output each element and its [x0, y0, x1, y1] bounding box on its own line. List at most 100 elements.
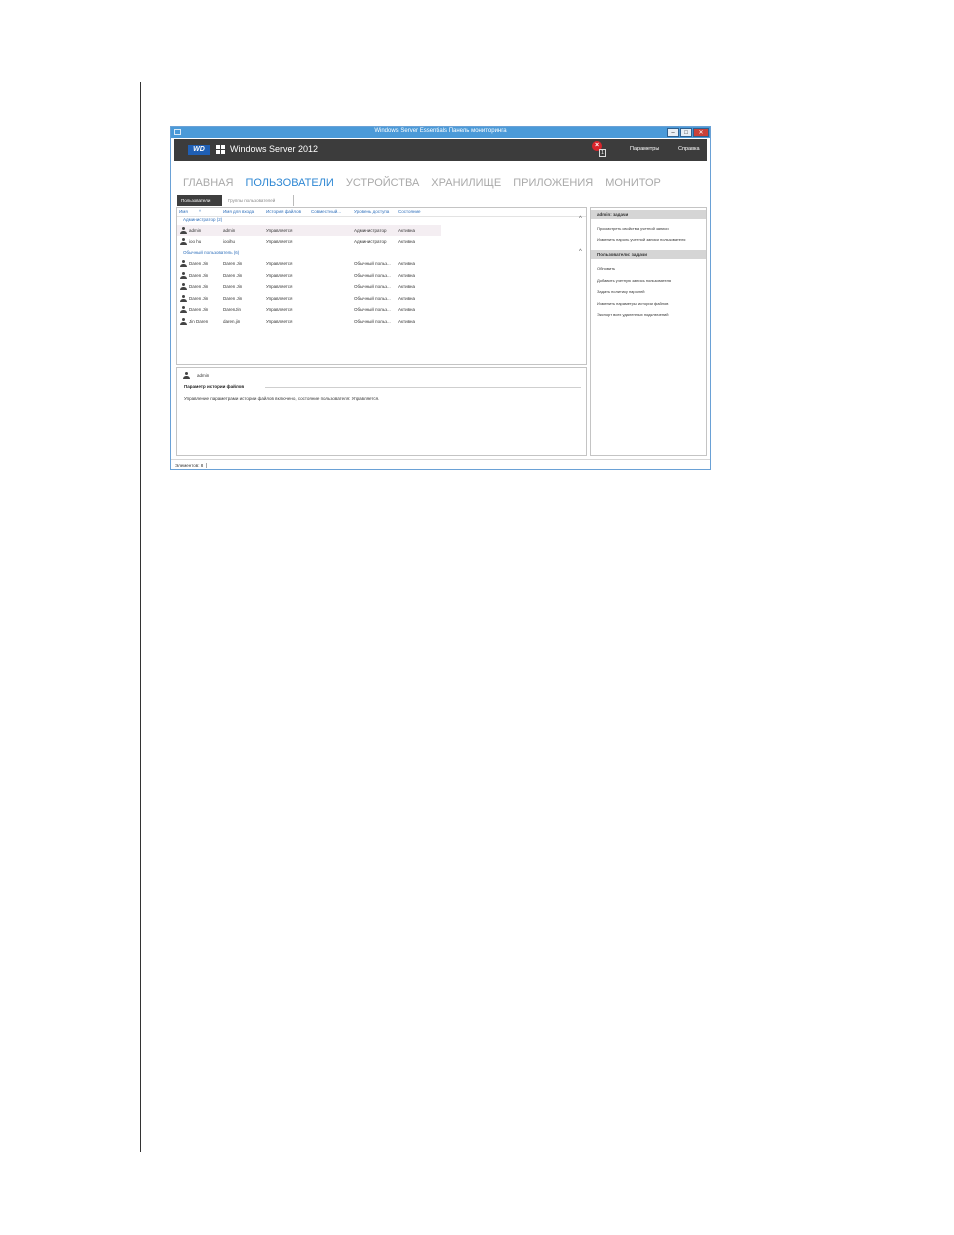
- nav-devices[interactable]: УСТРОЙСТВА: [346, 177, 419, 189]
- app-header: WD Windows Server 2012 × 1 Параметры Спр…: [174, 139, 707, 161]
- cell-name: Daren Jin: [189, 261, 209, 266]
- collapse-standard-icon[interactable]: ^: [579, 249, 582, 255]
- tab-users[interactable]: Пользователи: [177, 195, 222, 206]
- cell-name: Daren Jin: [189, 273, 209, 278]
- cell-status: Активна: [398, 284, 415, 289]
- dashboard-window: Windows Server Essentials Панель монитор…: [170, 126, 711, 470]
- task-export-remote-connections[interactable]: Экспорт всех удаленных подключений: [597, 312, 669, 317]
- task-password-policy[interactable]: Задать политику паролей: [597, 289, 645, 294]
- cell-access: Обычный польз...: [354, 296, 391, 301]
- table-row[interactable]: Daren Jin Daren Jin Управляется Обычный …: [177, 270, 441, 281]
- alert-icon[interactable]: × 1: [592, 141, 610, 158]
- cell-name: Jin Daren: [189, 319, 209, 324]
- window-title: Windows Server Essentials Панель монитор…: [374, 128, 507, 134]
- help-link[interactable]: Справка: [678, 146, 700, 152]
- table-row[interactable]: Daren Jin Daren Jin Управляется Обычный …: [177, 281, 441, 292]
- user-icon: [180, 238, 187, 245]
- product-name: Windows Server 2012: [230, 144, 319, 154]
- cell-login: iooihu: [223, 239, 236, 244]
- tab-user-groups[interactable]: Группы пользователей: [224, 195, 294, 206]
- details-user-name: admin: [197, 373, 210, 378]
- cell-file-history: Управляется: [266, 284, 293, 289]
- nav-home[interactable]: ГЛАВНАЯ: [183, 177, 233, 189]
- cell-name: Daren Jin: [189, 296, 209, 301]
- close-button[interactable]: ✕: [693, 128, 709, 137]
- table-row[interactable]: admin admin Управляется Администратор Ак…: [177, 225, 441, 236]
- task-change-password[interactable]: Изменить пароль учетной записи пользоват…: [597, 237, 685, 242]
- grid-header: Имя ^ Имя для входа История файлов Совме…: [177, 208, 586, 217]
- wd-logo: WD: [188, 145, 210, 155]
- task-view-account-properties[interactable]: Просмотреть свойства учетной записи: [597, 226, 669, 231]
- users-tasks-header: Пользователи: задачи: [591, 250, 706, 259]
- tasks-pane: admin: задачи Просмотреть свойства учетн…: [590, 207, 707, 456]
- maximize-button[interactable]: □: [680, 128, 692, 137]
- windows-logo-icon: [216, 145, 226, 155]
- col-name[interactable]: Имя: [179, 209, 188, 214]
- cell-file-history: Управляется: [266, 319, 293, 324]
- col-shared[interactable]: Совместный...: [311, 209, 341, 214]
- cell-status: Активна: [398, 261, 415, 266]
- minimize-button[interactable]: –: [667, 128, 679, 137]
- group-standard-users[interactable]: Обычный пользователь (6): [183, 250, 239, 255]
- col-status[interactable]: Состояние: [398, 209, 420, 214]
- task-file-history-settings[interactable]: Изменить параметры истории файлов: [597, 301, 668, 306]
- page-margin-line: [140, 82, 141, 1152]
- cell-status: Активна: [398, 228, 415, 233]
- user-icon: [180, 283, 187, 290]
- cell-login: Daren Jin: [223, 296, 243, 301]
- cell-status: Активна: [398, 296, 415, 301]
- user-icon: [180, 295, 187, 302]
- cell-login: Daren Jin: [223, 284, 243, 289]
- task-refresh[interactable]: Обновить: [597, 266, 615, 271]
- table-row[interactable]: Daren Jin Daren Jin Управляется Обычный …: [177, 293, 441, 304]
- nav-monitor[interactable]: МОНИТОР: [605, 177, 661, 189]
- cell-file-history: Управляется: [266, 273, 293, 278]
- users-grid: Имя ^ Имя для входа История файлов Совме…: [176, 207, 587, 365]
- main-nav: ГЛАВНАЯ ПОЛЬЗОВАТЕЛИ УСТРОЙСТВА ХРАНИЛИЩЕ ПР…: [183, 173, 673, 189]
- cell-file-history: Управляется: [266, 307, 293, 312]
- details-user: admin: [183, 371, 223, 380]
- user-icon: [180, 318, 187, 325]
- table-row[interactable]: ioo hu iooihu Управляется Администратор …: [177, 236, 441, 247]
- section-divider: [265, 387, 581, 388]
- user-icon: [180, 272, 187, 279]
- table-row[interactable]: Daren Jin Daren Jin Управляется Обычный …: [177, 258, 441, 269]
- table-row[interactable]: Daren Jin DarenJin Управляется Обычный п…: [177, 304, 441, 315]
- col-file-history[interactable]: История файлов: [266, 209, 301, 214]
- task-add-user[interactable]: Добавить учетную запись пользователя: [597, 278, 671, 283]
- item-count: Элементов: 8: [175, 463, 208, 468]
- details-text: Управление параметрами истории файлов вк…: [184, 396, 380, 401]
- user-icon: [183, 372, 190, 379]
- cell-login: Daren Jin: [223, 261, 243, 266]
- title-bar[interactable]: Windows Server Essentials Панель монитор…: [171, 127, 710, 138]
- details-pane: admin Параметр истории файлов Управление…: [176, 367, 587, 456]
- details-section-title: Параметр истории файлов: [184, 384, 245, 389]
- cell-status: Активна: [398, 319, 415, 324]
- col-login[interactable]: Имя для входа: [223, 209, 254, 214]
- user-icon: [180, 227, 187, 234]
- group-admins[interactable]: Администратор (2): [183, 217, 222, 222]
- table-row[interactable]: Jin Daren daren.jin Управляется Обычный …: [177, 316, 441, 327]
- nav-apps[interactable]: ПРИЛОЖЕНИЯ: [513, 177, 593, 189]
- parameters-link[interactable]: Параметры: [630, 146, 659, 152]
- alert-count: 1: [599, 149, 606, 157]
- nav-storage[interactable]: ХРАНИЛИЩЕ: [431, 177, 501, 189]
- cell-file-history: Управляется: [266, 296, 293, 301]
- cell-access: Обычный польз...: [354, 273, 391, 278]
- cell-access: Администратор: [354, 239, 387, 244]
- cell-status: Активна: [398, 307, 415, 312]
- cell-access: Администратор: [354, 228, 387, 233]
- cell-file-history: Управляется: [266, 228, 293, 233]
- cell-access: Обычный польз...: [354, 319, 391, 324]
- collapse-admins-icon[interactable]: ^: [579, 216, 582, 222]
- admin-tasks-header: admin: задачи: [591, 210, 706, 219]
- cell-status: Активна: [398, 273, 415, 278]
- col-access-level[interactable]: Уровень доступа: [354, 209, 389, 214]
- cell-access: Обычный польз...: [354, 307, 391, 312]
- cell-login: admin: [223, 228, 236, 233]
- cell-file-history: Управляется: [266, 239, 293, 244]
- cell-login: daren.jin: [223, 319, 241, 324]
- user-icon: [180, 306, 187, 313]
- cell-name: admin: [189, 228, 202, 233]
- nav-users[interactable]: ПОЛЬЗОВАТЕЛИ: [245, 177, 333, 189]
